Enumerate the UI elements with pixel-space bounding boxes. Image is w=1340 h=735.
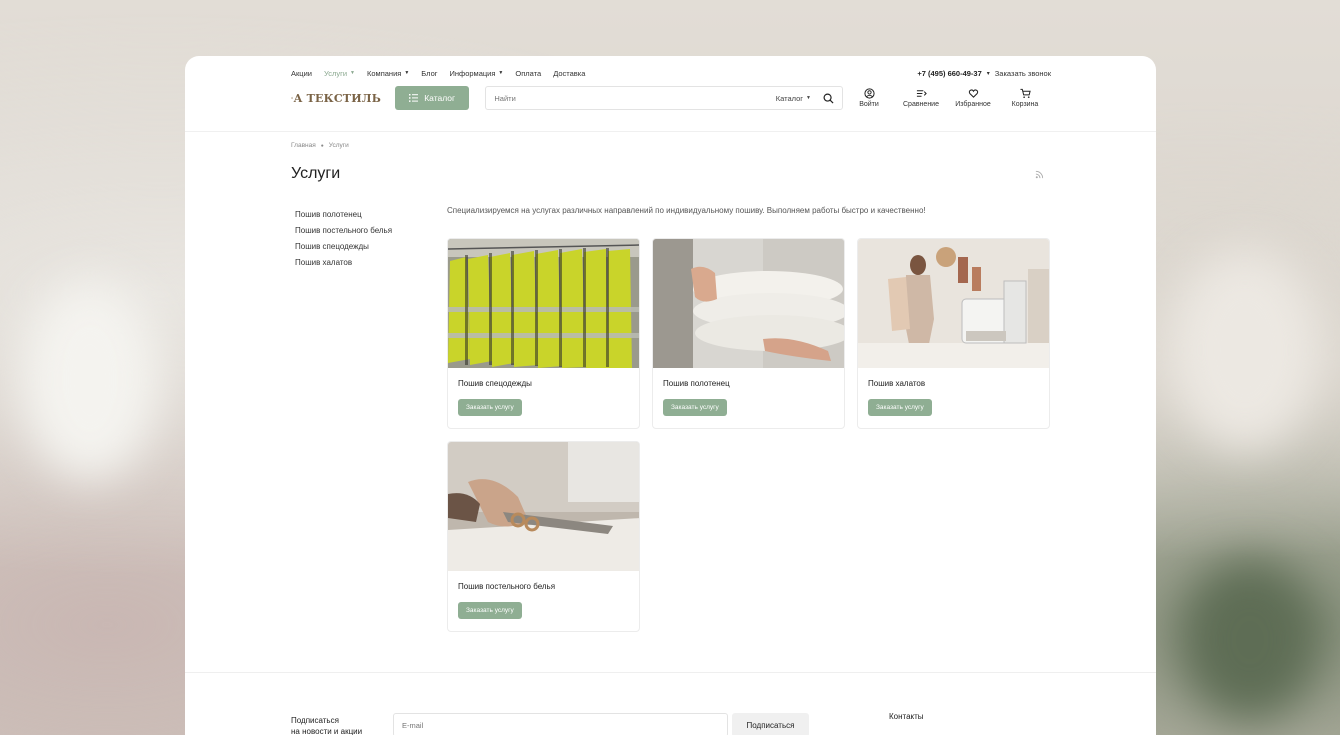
list-icon [409,94,419,102]
order-service-button[interactable]: Заказать услугу [458,602,522,619]
background-blur-plant [1180,560,1320,720]
main-header: А ТЕКСТИЛЬ Каталог Каталог▼ Войти [291,84,1051,112]
nav-item-information[interactable]: Информация ▼ [450,69,504,78]
search-input[interactable] [494,93,776,103]
services-content: Специализируемся на услугах различных на… [447,206,1051,632]
sidebar-item-robes[interactable]: Пошив халатов [291,254,431,270]
phone-number[interactable]: +7 (495) 660-49-37 [917,69,981,78]
service-name[interactable]: Пошив спецодежды [448,368,639,396]
chevron-down-icon[interactable]: ▾ [987,70,990,77]
compare-button[interactable]: Сравнение [895,88,947,108]
nav-item-delivery[interactable]: Доставка [553,69,585,78]
background-blur-right [1170,250,1320,450]
service-image-towels [653,239,844,368]
favorites-button[interactable]: Избранное [947,88,999,108]
service-card-towels[interactable]: Пошив полотенец Заказать услугу [652,238,845,429]
rss-icon[interactable] [1035,170,1044,179]
chevron-down-icon: ▼ [404,70,410,76]
order-service-button[interactable]: Заказать услугу [663,399,727,416]
services-grid: Пошив спецодежды Заказать услугу Пошив п… [447,238,1051,632]
heart-icon [968,89,978,98]
footer-divider [185,672,1156,673]
service-name[interactable]: Пошив постельного белья [448,571,639,599]
cart-icon [1019,88,1031,98]
sidebar-menu: Пошив полотенец Пошив постельного белья … [291,207,431,270]
header-divider [185,131,1156,132]
breadcrumb: Главная ● Услуги [291,142,1051,149]
page-title: Услуги [291,165,341,182]
subscribe-button[interactable]: Подписаться [732,713,809,735]
user-icon [863,88,875,99]
nav-item-company[interactable]: Компания ▼ [367,69,409,78]
service-image-workwear [448,239,639,368]
service-image-robes [858,239,1049,368]
breadcrumb-current: Услуги [328,142,349,149]
callback-link[interactable]: Заказать звонок [995,69,1051,78]
service-card-bedding[interactable]: Пошив постельного белья Заказать услугу [447,441,640,632]
nav-item-promotions[interactable]: Акции [291,69,312,78]
search-scope-select[interactable]: Каталог ▼ [776,94,811,103]
catalog-button-label: Каталог [424,93,456,103]
service-image-bedding [448,442,639,571]
subscribe-label: Подписаться на новости и акции [291,716,363,735]
catalog-button[interactable]: Каталог [395,86,470,110]
intro-text: Специализируемся на услугах различных на… [447,206,926,215]
contacts-title: Контакты [889,712,924,721]
logo[interactable]: А ТЕКСТИЛЬ [291,85,381,111]
login-button[interactable]: Войти [843,88,895,108]
site-window: Акции Услуги ▼ Компания ▼ Блог Информация ▼… [185,56,1156,735]
search-icon[interactable] [823,93,834,104]
breadcrumb-separator: ● [320,142,324,149]
nav-item-services[interactable]: Услуги ▼ [324,69,355,78]
search-bar: Каталог▼ [485,86,843,110]
logo-text: А ТЕКСТИЛЬ [293,91,381,105]
nav-item-payment[interactable]: Оплата [515,69,541,78]
order-service-button[interactable]: Заказать услугу [458,399,522,416]
chevron-down-icon: ▼ [806,95,811,101]
sidebar-item-towels[interactable]: Пошив полотенец [291,207,431,223]
background-blur-left [20,280,160,480]
email-input[interactable] [393,713,728,735]
compare-icon [916,90,927,97]
contact-links: +7 (495) 660-49-37 ▾ Заказать звонок [917,62,1051,84]
header-actions: Войти Сравнение Избранное Корзина [843,88,1051,108]
order-service-button[interactable]: Заказать услугу [868,399,932,416]
sidebar-item-bedding[interactable]: Пошив постельного белья [291,223,431,239]
chevron-down-icon: ▼ [350,70,355,76]
breadcrumb-home[interactable]: Главная [291,142,316,149]
cart-button[interactable]: Корзина [999,88,1051,108]
service-card-workwear[interactable]: Пошив спецодежды Заказать услугу [447,238,640,429]
top-navigation: Акции Услуги ▼ Компания ▼ Блог Информация ▼… [291,62,1051,84]
sidebar-item-workwear[interactable]: Пошив спецодежды [291,239,431,255]
chevron-down-icon: ▼ [498,70,504,76]
nav-item-blog[interactable]: Блог [421,69,437,78]
service-name[interactable]: Пошив халатов [858,368,1049,396]
service-card-robes[interactable]: Пошив халатов Заказать услугу [857,238,1050,429]
service-name[interactable]: Пошив полотенец [653,368,844,396]
